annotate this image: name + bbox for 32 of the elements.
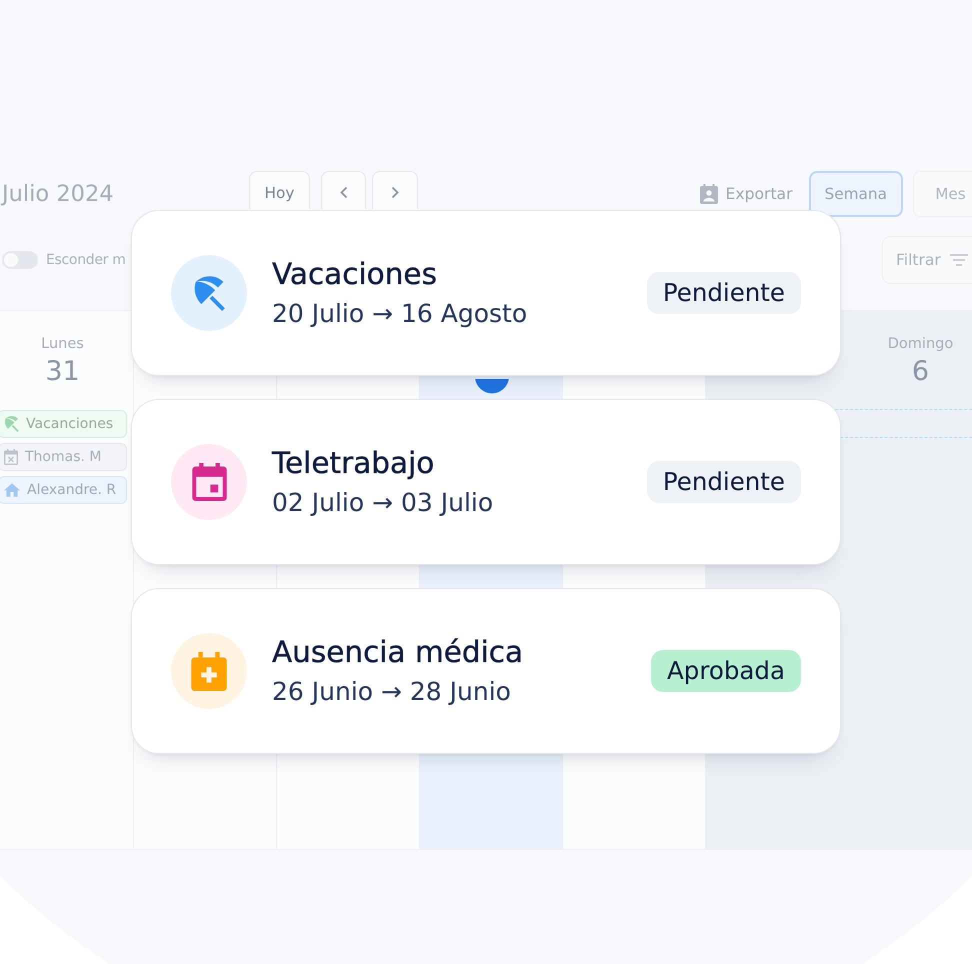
calendar-person-icon	[700, 184, 718, 204]
status-badge: Aprobada	[651, 650, 801, 692]
status-badge: Pendiente	[646, 461, 801, 503]
filter-button[interactable]: Filtrar	[882, 236, 972, 284]
export-button[interactable]: Exportar	[700, 184, 793, 204]
event-chip[interactable]: Vacanciones	[0, 410, 127, 438]
filter-icon	[950, 254, 968, 266]
today-button[interactable]: Hoy	[249, 171, 310, 209]
event-chip[interactable]: Thomas. M	[0, 443, 127, 471]
status-badge: Pendiente	[646, 272, 801, 314]
next-button[interactable]	[372, 171, 418, 209]
view-tab[interactable]: Mes	[913, 171, 972, 217]
request-dates: 02 Julio → 03 Julio	[272, 487, 494, 519]
home-icon	[4, 483, 20, 497]
previous-button[interactable]	[321, 171, 366, 209]
toggle-label: Esconder m	[46, 252, 126, 268]
chevron-right-icon	[391, 186, 399, 199]
day-number: 31	[45, 356, 80, 388]
day-name: Domingo	[888, 335, 954, 353]
request-dates: 26 Junio → 28 Junio	[272, 676, 512, 708]
calendar-x-icon	[4, 449, 18, 465]
day-number: 6	[912, 356, 930, 388]
request-dates: 20 Julio → 16 Agosto	[272, 298, 528, 330]
chevron-left-icon	[340, 186, 348, 199]
request-title: Vacaciones	[272, 256, 438, 292]
day-name: Lunes	[41, 335, 84, 353]
view-tab[interactable]: Semana	[808, 171, 903, 217]
request-title: Teletrabajo	[272, 445, 436, 481]
month-title: Julio 2024	[2, 181, 115, 207]
event-chip[interactable]: Alexandre. R	[0, 476, 127, 504]
request-title: Ausencia médica	[272, 634, 524, 670]
umbrella-icon	[4, 416, 19, 432]
